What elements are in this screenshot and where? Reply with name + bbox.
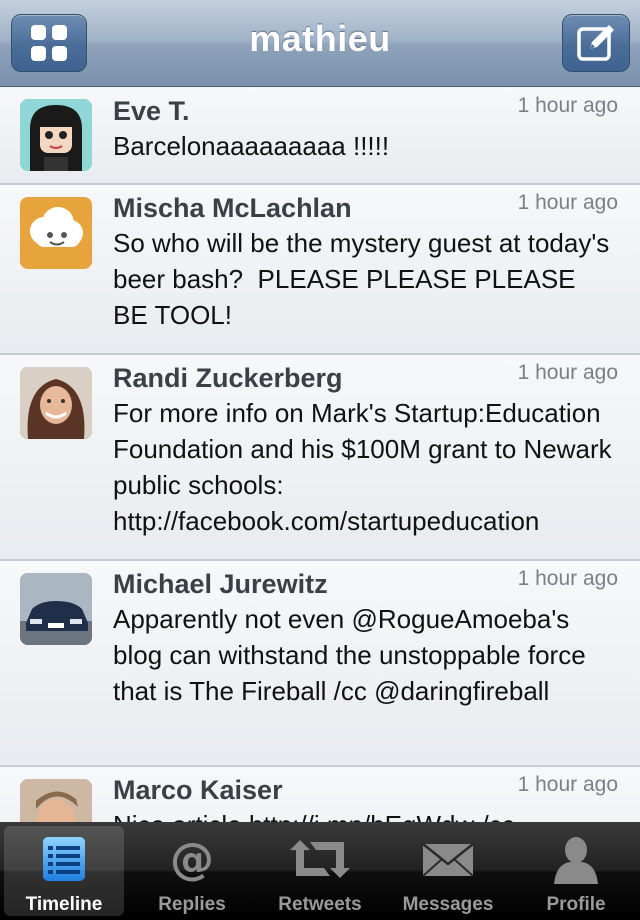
tab-messages[interactable]: Messages	[388, 826, 508, 916]
tweet-row[interactable]: Marco Kaiser 1 hour ago Nice article htt…	[0, 767, 640, 822]
retweet-icon	[290, 840, 350, 878]
compose-icon	[577, 25, 614, 61]
page-title: mathieu	[249, 18, 391, 59]
timeline-list[interactable]: Eve T. 1 hour ago Barcelonaaaaaaaaa !!!!…	[0, 88, 640, 822]
tweet-text: For more info on Mark's Startup:Educatio…	[113, 398, 619, 536]
tweet-row[interactable]: Mischa McLachlan 1 hour ago So who will …	[0, 185, 640, 355]
tab-label: Messages	[402, 894, 494, 915]
tweet-row[interactable]: Eve T. 1 hour ago Barcelonaaaaaaaaa !!!!…	[0, 88, 640, 185]
tweet-time: 1 hour ago	[517, 361, 618, 384]
tweet-text: Barcelonaaaaaaaaa !!!!!	[113, 131, 390, 161]
compose-button[interactable]	[562, 14, 630, 72]
tweet-time: 1 hour ago	[517, 773, 618, 796]
tweet-time: 1 hour ago	[517, 567, 618, 590]
tweet-author: Mischa McLachlan	[113, 193, 352, 223]
avatar	[20, 573, 92, 645]
at-sign-icon: @	[170, 836, 214, 882]
tweet-text: So who will be the mystery guest at toda…	[113, 228, 617, 330]
tab-label: Profile	[546, 894, 606, 915]
tweet-row[interactable]: Randi Zuckerberg 1 hour ago For more inf…	[0, 355, 640, 561]
envelope-icon	[422, 843, 474, 877]
tweet-author: Michael Jurewitz	[113, 569, 328, 599]
navigation-bar: mathieu	[0, 0, 640, 87]
tweet-row[interactable]: Michael Jurewitz 1 hour ago Apparently n…	[0, 561, 640, 767]
avatar	[20, 99, 92, 171]
timeline-icon	[43, 837, 85, 881]
tweet-text: Apparently not even @RogueAmoeba's blog …	[113, 604, 593, 706]
avatar	[20, 197, 92, 269]
tab-bar: Timeline @ Replies Retweets Messages Pro…	[0, 822, 640, 920]
tweet-author: Eve T.	[113, 96, 190, 126]
tab-label: Timeline	[25, 894, 103, 915]
tweet-time: 1 hour ago	[517, 191, 618, 214]
tab-profile[interactable]: Profile	[516, 826, 636, 916]
tweet-time: 1 hour ago	[517, 94, 618, 117]
person-icon	[554, 837, 598, 884]
tweet-text: Nice article http://j.mp/bEqWdw /cc	[113, 807, 613, 822]
tab-timeline[interactable]: Timeline	[4, 826, 124, 916]
svg-text:@: @	[170, 836, 214, 882]
tab-label: Retweets	[278, 894, 362, 915]
avatar	[20, 367, 92, 439]
tab-label: Replies	[158, 894, 226, 915]
avatar	[20, 779, 92, 822]
tab-retweets[interactable]: Retweets	[260, 826, 380, 916]
tweet-author: Marco Kaiser	[113, 775, 283, 805]
tweet-author: Randi Zuckerberg	[113, 363, 343, 393]
tab-replies[interactable]: @ Replies	[132, 826, 252, 916]
